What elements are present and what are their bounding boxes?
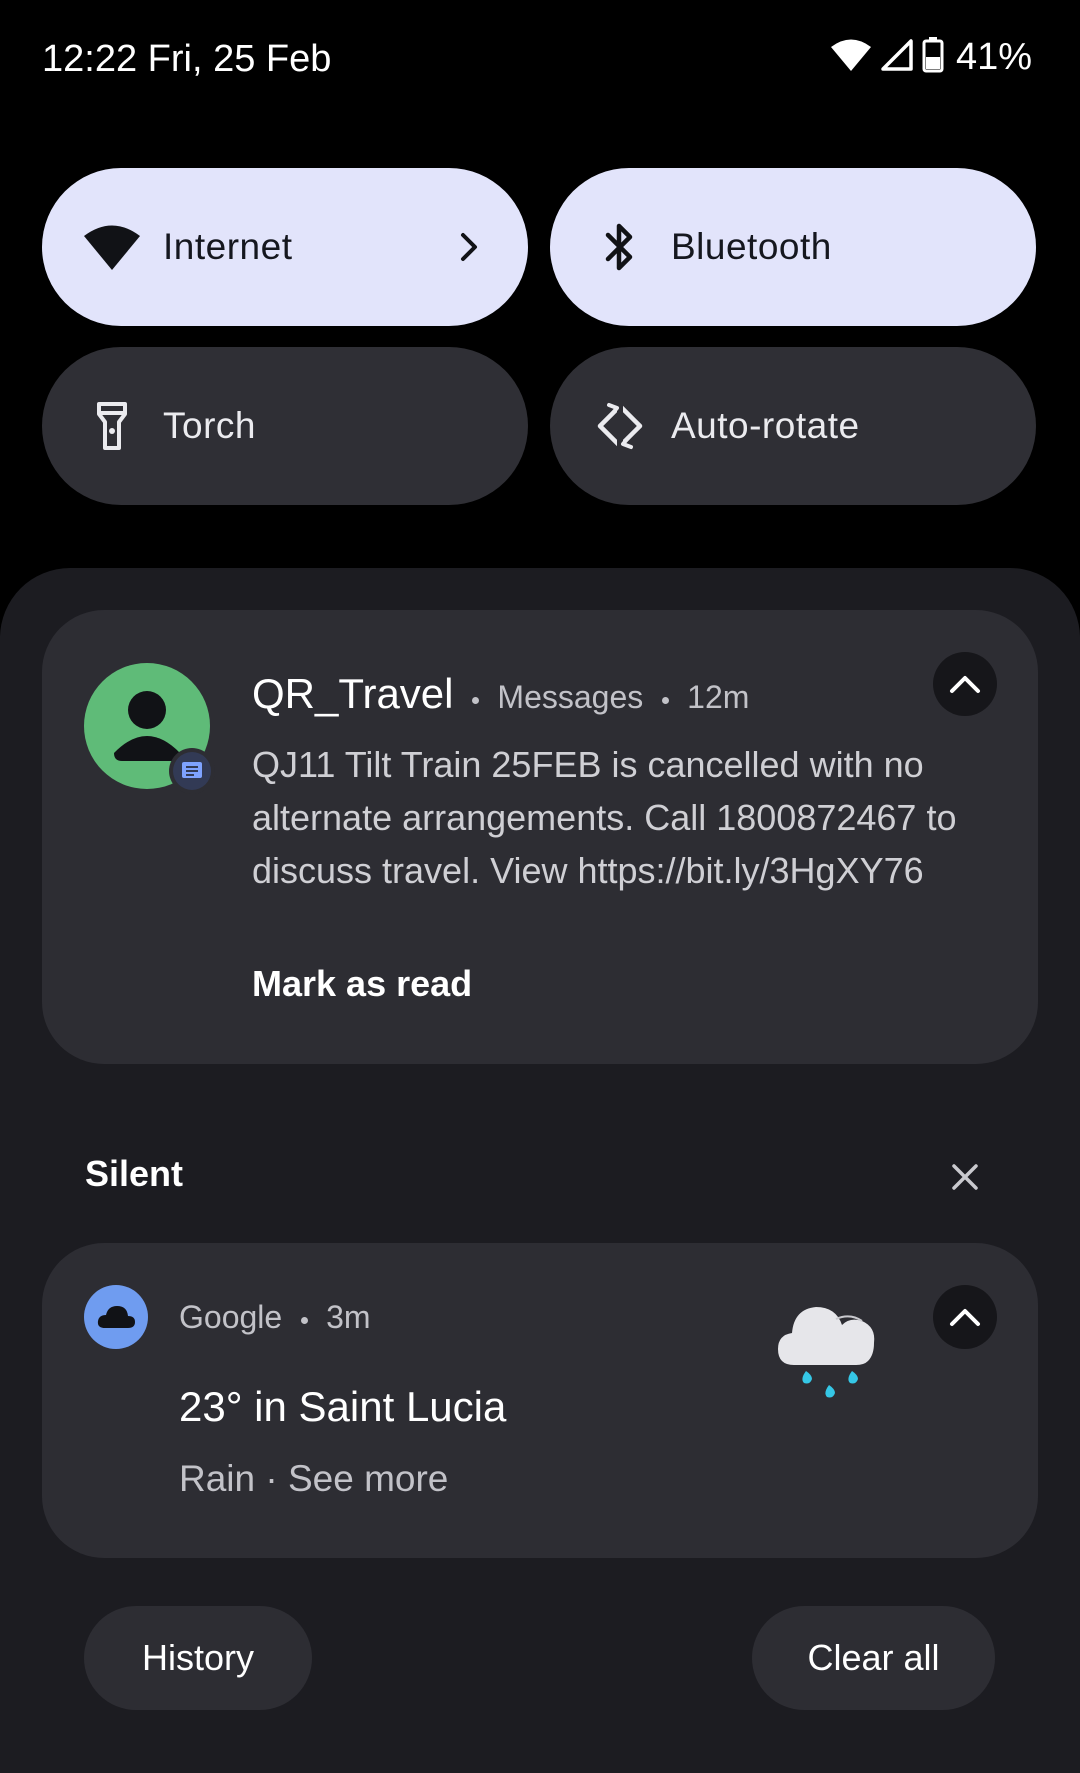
notification-time: 3m: [326, 1299, 371, 1335]
weather-title: 23° in Saint Lucia: [179, 1383, 507, 1430]
message-icon: [182, 762, 202, 778]
notification-body[interactable]: QJ11 Tilt Train 25FEB is cancelled with …: [252, 738, 992, 897]
tile-bluetooth[interactable]: Bluetooth: [550, 168, 1036, 326]
history-button[interactable]: History: [84, 1606, 312, 1710]
notification-time: 12m: [687, 679, 750, 715]
close-icon: [952, 1164, 978, 1190]
weather-notification[interactable]: Google 3m 23° in Saint Lucia Rain · See …: [42, 1243, 1038, 1558]
wifi-icon: [82, 217, 142, 277]
clear-all-button[interactable]: Clear all: [752, 1606, 995, 1710]
bluetooth-icon: [590, 217, 650, 277]
tile-torch-label: Torch: [163, 405, 256, 446]
google-weather-app-icon: [84, 1285, 148, 1349]
flashlight-icon: [82, 396, 142, 456]
tile-auto-rotate[interactable]: Auto-rotate: [550, 347, 1036, 505]
chevron-up-icon: [950, 1309, 980, 1326]
tile-torch[interactable]: Torch: [42, 347, 528, 505]
separator-dot: [471, 697, 479, 705]
dismiss-silent-button[interactable]: [948, 1160, 982, 1194]
silent-section-label: Silent: [85, 1153, 184, 1194]
status-icons: 41%: [830, 36, 1032, 79]
weather-subtitle[interactable]: Rain · See more: [179, 1458, 448, 1500]
auto-rotate-icon: [590, 396, 650, 456]
tile-auto-rotate-label: Auto-rotate: [671, 405, 860, 446]
weather-header: Google 3m: [179, 1299, 371, 1336]
status-time-date: 12:22 Fri, 25 Feb: [42, 38, 332, 80]
separator-dot: [661, 697, 669, 705]
wifi-icon: [830, 38, 872, 77]
message-notification[interactable]: QR_Travel Messages 12m QJ11 Tilt Train 2…: [42, 610, 1038, 1064]
battery-percent: 41%: [955, 36, 1032, 78]
battery-icon: [922, 37, 944, 78]
tile-bluetooth-label: Bluetooth: [671, 226, 832, 267]
notification-sender: QR_Travel: [252, 670, 454, 717]
chevron-up-icon: [950, 676, 980, 693]
notification-header: QR_Travel Messages 12m: [252, 670, 749, 718]
collapse-button[interactable]: [933, 652, 997, 716]
chevron-right-icon[interactable]: [454, 229, 484, 265]
notification-app-name: Messages: [497, 679, 644, 715]
cloud-icon: [97, 1306, 135, 1328]
tile-internet-label: Internet: [163, 226, 293, 267]
notification-app-name: Google: [179, 1299, 283, 1335]
messages-app-badge: [169, 748, 215, 794]
tile-internet[interactable]: Internet: [42, 168, 528, 326]
separator-dot: [300, 1317, 308, 1325]
rain-cloud-icon: [772, 1285, 882, 1410]
cellular-signal-icon: [880, 38, 914, 77]
collapse-button[interactable]: [933, 1285, 997, 1349]
mark-as-read-button[interactable]: Mark as read: [252, 963, 472, 1005]
